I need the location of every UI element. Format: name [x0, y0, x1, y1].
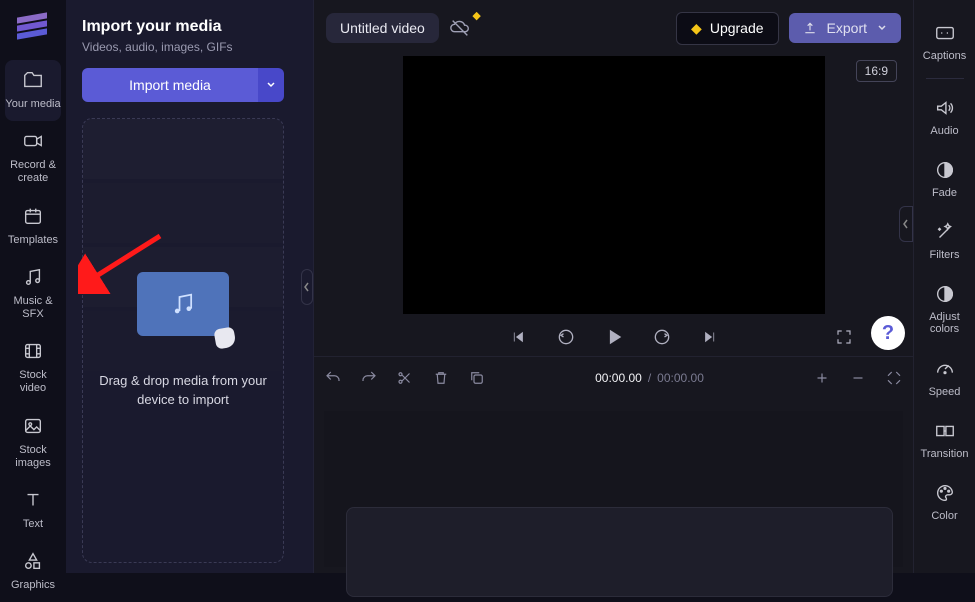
redo-button[interactable] [360, 369, 378, 387]
timeline-toolbar: 00:00.00 / 00:00.00 [324, 363, 903, 393]
transition-icon [932, 418, 958, 444]
right-item-captions[interactable]: Captions [917, 12, 973, 74]
aspect-ratio-chip[interactable]: 16:9 [856, 60, 897, 82]
timeline-empty-clip[interactable] [346, 507, 893, 597]
film-icon [21, 339, 45, 363]
export-label: Export [827, 20, 867, 36]
media-panel: Import your media Videos, audio, images,… [66, 0, 300, 573]
folder-icon [21, 68, 45, 92]
timecode-current: 00:00.00 [595, 371, 642, 385]
chevron-down-icon [266, 80, 276, 90]
right-item-audio[interactable]: Audio [917, 87, 973, 149]
left-sidebar: Your media Record & create Templates Mus… [0, 0, 66, 573]
right-sidebar: Captions Audio Fade Filters Adjust color… [913, 0, 975, 573]
sidebar-label: Templates [8, 234, 58, 247]
sidebar-item-text[interactable]: Text [5, 480, 61, 541]
camera-icon [21, 129, 45, 153]
video-preview-canvas[interactable] [403, 56, 825, 314]
right-item-fade[interactable]: Fade [917, 149, 973, 211]
sidebar-item-your-media[interactable]: Your media [5, 60, 61, 121]
right-item-adjust-colors[interactable]: Adjust colors [917, 273, 973, 347]
magic-wand-icon [932, 219, 958, 245]
rewind-button[interactable] [555, 326, 577, 348]
speaker-icon [932, 95, 958, 121]
premium-badge-icon: ◆ [472, 9, 480, 22]
right-item-transition[interactable]: Transition [917, 410, 973, 472]
right-item-filters[interactable]: Filters [917, 211, 973, 273]
project-title[interactable]: Untitled video [326, 13, 439, 43]
zoom-in-button[interactable] [813, 369, 831, 387]
right-item-color[interactable]: Color [917, 472, 973, 534]
sidebar-item-record-create[interactable]: Record & create [5, 121, 61, 195]
diamond-icon: ◆ [691, 20, 702, 37]
undo-button[interactable] [324, 369, 342, 387]
zoom-out-button[interactable] [849, 369, 867, 387]
upgrade-button[interactable]: ◆ Upgrade [676, 12, 778, 45]
split-button[interactable] [396, 369, 414, 387]
help-button[interactable]: ? [871, 316, 905, 350]
text-icon [21, 488, 45, 512]
dropzone-background [83, 119, 283, 562]
sidebar-item-stock-video[interactable]: Stock video [5, 331, 61, 405]
sidebar-label: Stock video [5, 369, 61, 395]
timecode-separator: / [648, 371, 651, 385]
contrast-icon [932, 281, 958, 307]
timeline-tracks[interactable] [324, 411, 903, 567]
sidebar-item-templates[interactable]: Templates [5, 196, 61, 257]
templates-icon [21, 204, 45, 228]
topbar: Untitled video ◆ ◆ Upgrade Export [314, 0, 913, 56]
fit-timeline-button[interactable] [885, 369, 903, 387]
sidebar-item-music-sfx[interactable]: Music & SFX [5, 257, 61, 331]
main-area: Untitled video ◆ ◆ Upgrade Export 16:9 [314, 0, 913, 573]
sidebar-label: Stock images [5, 444, 61, 470]
shapes-icon [21, 549, 45, 573]
cloud-sync-off-icon[interactable]: ◆ [449, 17, 471, 39]
skip-end-button[interactable] [699, 326, 721, 348]
delete-button[interactable] [432, 369, 450, 387]
play-button[interactable] [603, 326, 625, 348]
sidebar-item-stock-images[interactable]: Stock images [5, 406, 61, 480]
speedometer-icon [932, 356, 958, 382]
forward-button[interactable] [651, 326, 673, 348]
timeline: 00:00.00 / 00:00.00 [314, 356, 913, 573]
skip-start-button[interactable] [507, 326, 529, 348]
sidebar-label: Your media [5, 98, 60, 111]
sidebar-label: Graphics [11, 579, 55, 592]
panel-subtitle: Videos, audio, images, GIFs [82, 40, 284, 54]
help-icon: ? [882, 322, 894, 345]
sidebar-label: Record & create [5, 159, 61, 185]
player-controls: ? [324, 314, 903, 356]
sidebar-label: Text [23, 518, 43, 531]
upload-icon [803, 21, 817, 35]
divider [926, 78, 964, 79]
captions-icon [932, 20, 958, 46]
sidebar-item-graphics[interactable]: Graphics [5, 541, 61, 602]
timecode-total: 00:00.00 [657, 371, 704, 385]
chevron-left-icon [902, 218, 910, 230]
music-note-icon [169, 290, 197, 318]
image-icon [21, 414, 45, 438]
preview-stage: 16:9 ? [314, 56, 913, 356]
right-item-speed[interactable]: Speed [917, 348, 973, 410]
export-button[interactable]: Export [789, 13, 901, 43]
fullscreen-button[interactable] [833, 326, 855, 348]
fade-icon [932, 157, 958, 183]
music-icon [21, 265, 45, 289]
dropzone-text: Drag & drop media from your device to im… [98, 372, 268, 408]
duplicate-button[interactable] [468, 369, 486, 387]
sidebar-label: Music & SFX [5, 295, 61, 321]
dropzone-media-tile [137, 272, 229, 336]
chevron-left-icon [303, 281, 311, 293]
panel-title: Import your media [82, 18, 284, 36]
collapse-panel-button[interactable] [300, 0, 314, 573]
media-dropzone[interactable]: Drag & drop media from your device to im… [82, 118, 284, 563]
chevron-down-icon [877, 23, 887, 33]
app-logo [15, 12, 51, 42]
palette-icon [932, 480, 958, 506]
collapse-right-button[interactable] [899, 206, 913, 242]
upgrade-label: Upgrade [710, 20, 764, 36]
project-title-text: Untitled video [340, 20, 425, 36]
import-media-dropdown[interactable] [258, 68, 284, 102]
import-media-button[interactable]: Import media [82, 68, 258, 102]
